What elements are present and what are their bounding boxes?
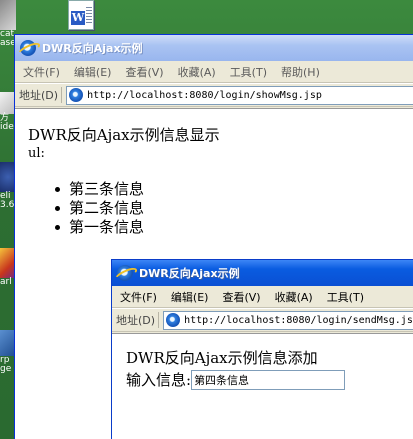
window-title: DWR反向Ajax示例 xyxy=(42,42,143,55)
menu-view[interactable]: 查看(V) xyxy=(222,289,260,305)
desktop-icon-label: ide xyxy=(0,122,14,132)
desktop-icon-label: 3.6 xyxy=(0,200,15,210)
list-item: 第一条信息 xyxy=(51,218,144,237)
menu-file[interactable]: 文件(F) xyxy=(120,289,157,305)
window-title: DWR反向Ajax示例 xyxy=(139,267,240,280)
list-item: 第三条信息 xyxy=(51,180,144,199)
menu-edit[interactable]: 编辑(E) xyxy=(171,289,209,305)
message-input[interactable] xyxy=(191,369,346,390)
desktop-icon-label: ge xyxy=(0,364,12,374)
word-w-glyph: W xyxy=(71,11,85,25)
page-icon xyxy=(69,88,84,102)
address-url[interactable]: http://localhost:8080/login/showMsg.jsp xyxy=(87,90,322,101)
browser-window-send[interactable]: DWR反向Ajax示例 文件(F) 编辑(E) 查看(V) 收藏(A) 工具(T… xyxy=(111,259,413,439)
menu-help[interactable]: 帮助(H) xyxy=(281,64,320,80)
menu-favorites[interactable]: 收藏(A) xyxy=(275,289,313,305)
list-item: 第二条信息 xyxy=(51,199,144,218)
menu-tools[interactable]: 工具(T) xyxy=(327,289,364,305)
ie-logo-icon xyxy=(20,40,36,56)
menu-bar: 文件(F) 编辑(E) 查看(V) 收藏(A) 工具(T) 帮助(H) xyxy=(15,61,413,83)
page-heading: DWR反向Ajax示例信息显示 xyxy=(28,126,220,144)
ie-logo-icon xyxy=(117,265,133,281)
app-icon xyxy=(0,0,16,30)
page-heading: DWR反向Ajax示例信息添加 xyxy=(126,349,318,367)
window-titlebar[interactable]: DWR反向Ajax示例 xyxy=(112,260,413,286)
page-icon xyxy=(166,313,181,327)
menu-file[interactable]: 文件(F) xyxy=(23,64,60,80)
menu-favorites[interactable]: 收藏(A) xyxy=(178,64,216,80)
address-input[interactable]: http://localhost:8080/login/sendMsg.jsp xyxy=(163,310,413,330)
word-document-icon[interactable]: W xyxy=(68,0,94,30)
page-content: DWR反向Ajax示例信息添加 输入信息: xyxy=(112,333,413,439)
address-label: 地址(D) xyxy=(116,312,160,328)
menu-edit[interactable]: 编辑(E) xyxy=(74,64,112,80)
menu-tools[interactable]: 工具(T) xyxy=(230,64,267,80)
ul-label: ul: xyxy=(28,146,45,161)
address-label: 地址(D) xyxy=(19,87,63,103)
address-input[interactable]: http://localhost:8080/login/showMsg.jsp xyxy=(66,85,413,105)
message-list: 第三条信息 第二条信息 第一条信息 xyxy=(51,180,144,237)
desktop-icon-label: arl xyxy=(0,277,12,287)
address-url[interactable]: http://localhost:8080/login/sendMsg.jsp xyxy=(184,315,413,326)
menu-view[interactable]: 查看(V) xyxy=(125,64,163,80)
message-input-label: 输入信息: xyxy=(126,371,192,389)
message-input-row: 输入信息: xyxy=(126,369,346,390)
menu-bar: 文件(F) 编辑(E) 查看(V) 收藏(A) 工具(T) xyxy=(112,286,413,308)
document-lines xyxy=(86,7,92,25)
address-bar: 地址(D) http://localhost:8080/login/sendMs… xyxy=(112,308,413,332)
address-bar: 地址(D) http://localhost:8080/login/showMs… xyxy=(15,83,413,107)
window-titlebar[interactable]: DWR反向Ajax示例 xyxy=(15,35,413,61)
